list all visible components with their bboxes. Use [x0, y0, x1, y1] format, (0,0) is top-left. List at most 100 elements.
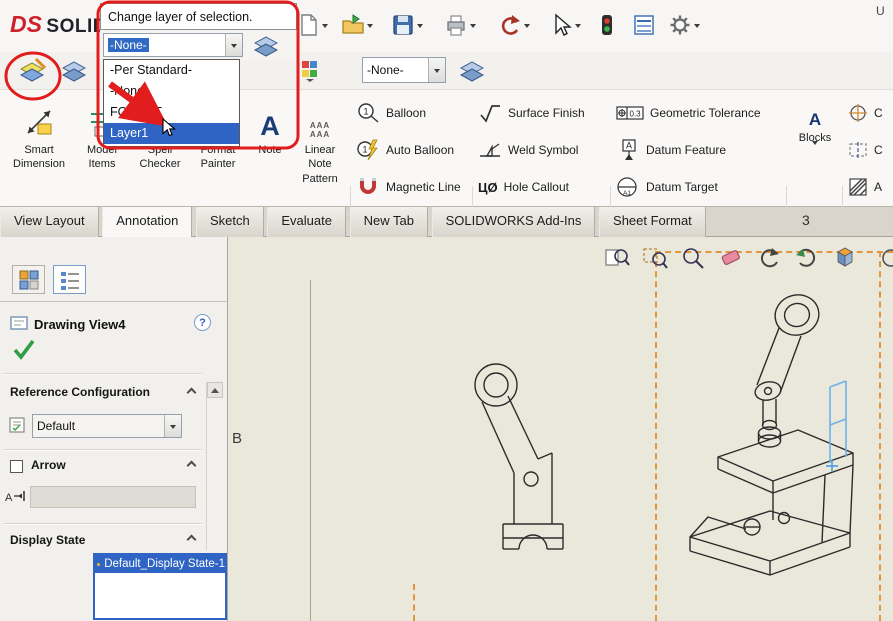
ok-checkmark-button[interactable] — [12, 337, 36, 361]
open-button[interactable] — [341, 7, 373, 43]
mouse-cursor-icon — [162, 118, 176, 137]
eraser-button[interactable] — [718, 246, 744, 270]
view-heads-up-toolbar — [604, 246, 893, 270]
command-manager-tabs: View Layout Annotation Sketch Evaluate N… — [0, 207, 893, 237]
tab-new-tab[interactable]: New Tab — [350, 207, 428, 237]
magnetic-line-button[interactable]: Magnetic Line — [356, 174, 461, 200]
reference-configuration-header[interactable]: Reference Configuration — [10, 385, 150, 399]
combo-dropdown-button[interactable] — [225, 34, 242, 56]
weld-symbol-icon — [478, 139, 502, 161]
divider — [4, 449, 202, 451]
divider — [0, 301, 227, 302]
tab-view-layout[interactable]: View Layout — [0, 207, 99, 237]
combo-dropdown-button[interactable] — [164, 415, 181, 437]
dropdown-arrow-icon[interactable] — [367, 24, 373, 31]
configuration-select[interactable]: Default — [32, 414, 182, 438]
propertymanager-tab[interactable] — [12, 265, 45, 294]
tab-evaluate[interactable]: Evaluate — [267, 207, 346, 237]
chevron-down-icon[interactable] — [812, 141, 818, 160]
eraser-icon — [718, 246, 744, 270]
line-color-button[interactable] — [300, 58, 320, 84]
geometric-tolerance-button[interactable]: 0.3 Geometric Tolerance — [616, 100, 761, 126]
datum-target-button[interactable]: A1 Datum Target — [616, 174, 718, 200]
display-state-header[interactable]: Display State — [10, 533, 85, 547]
layer-popup-combo[interactable]: -None- — [103, 33, 243, 57]
options-button[interactable] — [668, 7, 700, 43]
dropdown-arrow-icon[interactable] — [417, 24, 423, 31]
select-button[interactable] — [549, 7, 581, 43]
datum-target-label: Datum Target — [646, 180, 718, 194]
datum-feature-label: Datum Feature — [646, 143, 726, 157]
area-hatch-icon — [848, 177, 868, 197]
rotate-view-button[interactable] — [756, 246, 782, 270]
display-state-item[interactable]: Default_Display State-1 — [95, 555, 225, 573]
dropdown-arrow-icon[interactable] — [322, 24, 328, 31]
drawing-view-isometric[interactable] — [680, 275, 888, 607]
rebuild-button[interactable] — [594, 7, 618, 43]
print-button[interactable] — [444, 7, 476, 43]
area-hatch-button[interactable]: A — [848, 174, 893, 200]
dropdown-arrow-icon[interactable] — [575, 24, 581, 31]
dropdown-arrow-icon[interactable] — [470, 24, 476, 31]
clipped-hud-button[interactable] — [870, 246, 893, 270]
auto-balloon-button[interactable]: 1 Auto Balloon — [356, 137, 454, 163]
arrow-text-input[interactable] — [30, 486, 196, 508]
layer-popup-icon-button[interactable] — [252, 33, 282, 64]
panel-scrollbar[interactable] — [206, 382, 223, 550]
centerline-button[interactable]: C — [848, 137, 893, 163]
display-state-list[interactable]: Default_Display State-1 — [93, 553, 227, 620]
dropdown-arrow-icon[interactable] — [694, 24, 700, 31]
surface-finish-button[interactable]: Surface Finish — [478, 100, 585, 126]
linear-note-pattern-icon: AAAAAA — [294, 94, 346, 140]
undo-button[interactable] — [498, 7, 530, 43]
document-layer-combo[interactable]: -None- — [362, 57, 446, 83]
center-mark-button[interactable]: C — [848, 100, 893, 126]
zoom-to-area-button[interactable] — [642, 246, 668, 270]
sheet-zone-column-label: 3 — [802, 212, 810, 228]
chevron-down-icon — [434, 69, 440, 76]
weld-symbol-button[interactable]: Weld Symbol — [478, 137, 578, 163]
scroll-up-button[interactable] — [207, 382, 223, 398]
datum-feature-button[interactable]: A Datum Feature — [616, 137, 726, 163]
open-folder-icon — [341, 13, 365, 37]
featuremanager-tab[interactable] — [53, 265, 86, 294]
collapse-chevron-icon[interactable] — [187, 461, 197, 471]
collapse-chevron-icon[interactable] — [187, 388, 197, 398]
format-painter-label: Format Painter — [190, 143, 246, 172]
note-button[interactable]: A Note — [248, 94, 292, 157]
layer-toolbar-icon-button[interactable] — [455, 56, 491, 86]
hole-callout-button[interactable]: ЦØ Hole Callout — [478, 174, 569, 200]
tab-annotation[interactable]: Annotation — [102, 207, 192, 237]
help-icon[interactable]: ? — [194, 314, 211, 331]
combo-dropdown-button[interactable] — [428, 58, 445, 82]
zoom-button[interactable] — [680, 246, 706, 270]
layer-option-per-standard[interactable]: -Per Standard- — [104, 60, 239, 81]
collapse-chevron-icon[interactable] — [187, 535, 197, 545]
balloon-icon: 1 — [356, 102, 380, 124]
layers-icon — [252, 33, 282, 59]
view-orientation-button[interactable] — [832, 246, 858, 270]
arrow-header[interactable]: Arrow — [31, 458, 66, 472]
configuration-icon — [8, 416, 26, 434]
featuremanager-tab-icon — [59, 269, 81, 291]
design-report-button[interactable] — [632, 7, 656, 43]
layer-properties-button[interactable] — [14, 55, 52, 87]
tab-solidworks-add-ins[interactable]: SOLIDWORKS Add-Ins — [432, 207, 596, 237]
balloon-button[interactable]: 1 Balloon — [356, 100, 426, 126]
arrow-checkbox[interactable] — [10, 460, 23, 473]
divider — [4, 373, 202, 375]
layers-icon — [60, 57, 90, 85]
tab-sheet-format[interactable]: Sheet Format — [599, 207, 706, 237]
roll-view-button[interactable] — [794, 246, 820, 270]
layer-option-none[interactable]: -None- — [104, 81, 239, 102]
smart-dimension-button[interactable]: Smart Dimension — [6, 94, 72, 172]
zoom-to-fit-button[interactable] — [604, 246, 630, 270]
linear-note-pattern-button[interactable]: AAAAAA Linear Note Pattern — [294, 94, 346, 186]
blocks-button[interactable]: A Blocks — [792, 94, 838, 157]
drawing-view-front[interactable] — [441, 352, 591, 557]
layer-visibility-button[interactable] — [56, 55, 94, 87]
dropdown-arrow-icon[interactable] — [524, 24, 530, 31]
save-button[interactable] — [391, 7, 423, 43]
tab-sketch[interactable]: Sketch — [196, 207, 264, 237]
new-document-button[interactable] — [296, 7, 328, 43]
